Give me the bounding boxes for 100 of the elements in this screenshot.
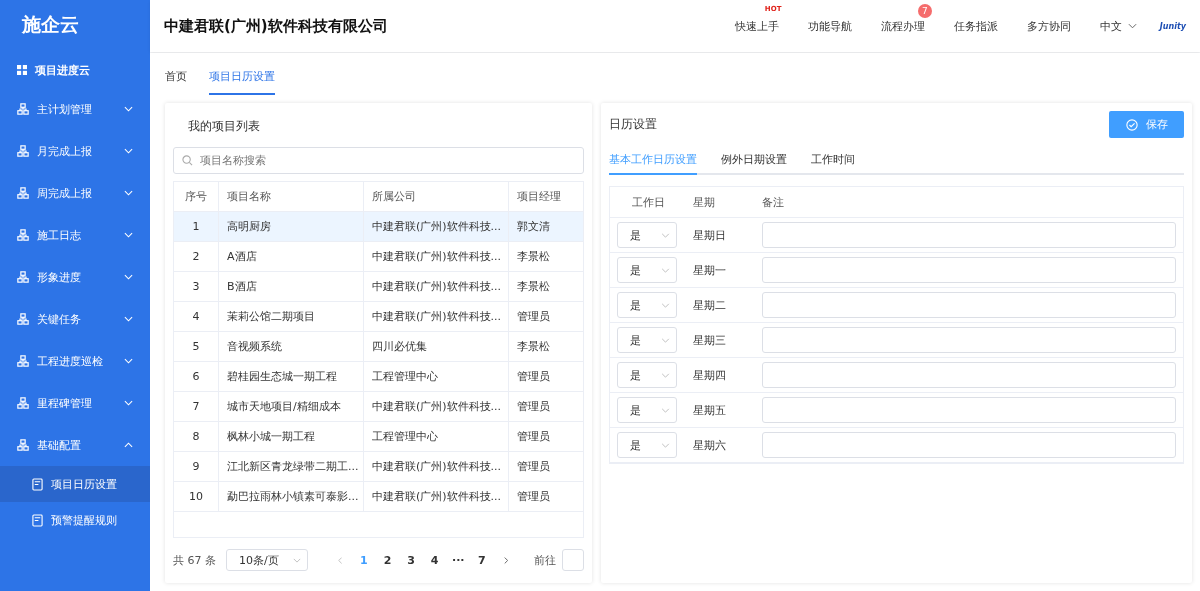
remark-field[interactable] bbox=[762, 432, 1176, 458]
sidebar-subitem[interactable]: 预警提醒规则 bbox=[0, 502, 150, 538]
page-number[interactable]: ··· bbox=[446, 553, 471, 567]
nav-link[interactable]: 快速上手 bbox=[734, 18, 779, 34]
grid-icon bbox=[17, 65, 27, 75]
workday-select[interactable]: 是 bbox=[617, 397, 677, 423]
workday-select[interactable]: 是 bbox=[617, 222, 677, 248]
sidebar-item[interactable]: 里程碑管理 bbox=[0, 382, 150, 424]
settings-tab[interactable]: 例外日期设置 bbox=[721, 147, 787, 173]
column-header: 星期 bbox=[692, 194, 716, 210]
next-page-icon[interactable] bbox=[503, 555, 508, 565]
table-cell-text: 星期四 bbox=[692, 367, 727, 383]
workday-select[interactable]: 是 bbox=[617, 292, 677, 318]
table-cell: 音视频系统 bbox=[219, 332, 364, 361]
sidebar-label: 周完成上报 bbox=[37, 185, 93, 201]
table-cell: 6 bbox=[174, 362, 219, 391]
previous-page-icon[interactable] bbox=[337, 555, 343, 565]
column-header: 备注 bbox=[762, 194, 785, 210]
document-icon bbox=[32, 477, 43, 491]
table-cell-text: 管理员 bbox=[516, 369, 551, 385]
workday-select[interactable]: 是 bbox=[617, 257, 677, 283]
table-cell: 3 bbox=[174, 272, 219, 301]
table-cell-text: 星期一 bbox=[692, 262, 727, 278]
remark-field[interactable] bbox=[762, 362, 1176, 388]
logo: 施企云 bbox=[21, 12, 80, 37]
page-size-select[interactable]: 10条/页 bbox=[226, 549, 308, 572]
sidebar-item[interactable]: 关键任务 bbox=[0, 298, 150, 340]
document-icon bbox=[32, 513, 43, 527]
hierarchy-icon bbox=[17, 397, 29, 409]
chevron-icon bbox=[1127, 23, 1137, 29]
nav-link[interactable]: 流程办理 bbox=[880, 18, 925, 34]
sidebar-label: 形象进度 bbox=[37, 269, 82, 285]
search-field[interactable]: 项目名称搜索 bbox=[173, 147, 584, 174]
sidebar-item[interactable]: 工程进度巡检 bbox=[0, 340, 150, 382]
hierarchy-icon bbox=[17, 187, 29, 199]
table-cell: 高明厨房 bbox=[219, 212, 364, 241]
remark-field[interactable] bbox=[762, 222, 1176, 248]
page-input[interactable] bbox=[562, 549, 584, 572]
chevron-icon bbox=[124, 316, 133, 322]
sidebar-item[interactable]: 施工日志 bbox=[0, 214, 150, 256]
remark-field[interactable] bbox=[762, 292, 1176, 318]
table-cell: 枫林小城一期工程 bbox=[219, 422, 364, 451]
workday-select[interactable]: 是 bbox=[617, 327, 677, 353]
remark-field[interactable] bbox=[762, 397, 1176, 423]
table-cell-text: 李景松 bbox=[516, 249, 551, 265]
table-cell-text: 星期二 bbox=[692, 297, 727, 313]
hierarchy-icon bbox=[17, 313, 29, 325]
table-row[interactable]: 10 勐巴拉雨林小镇素可泰影... 中建君联(广州)软件科技... 管理员 bbox=[174, 482, 583, 512]
table-row[interactable]: 6 碧桂园生态城一期工程 工程管理中心 管理员 bbox=[174, 362, 583, 392]
chevron-icon bbox=[661, 267, 670, 273]
workday-select[interactable]: 是 bbox=[617, 432, 677, 458]
sidebar-item[interactable]: 项目进度云 bbox=[0, 52, 150, 88]
table-cell: 碧桂园生态城一期工程 bbox=[219, 362, 364, 391]
nav-link[interactable]: 功能导航 bbox=[807, 18, 852, 34]
table-cell: 中建君联(广州)软件科技... bbox=[364, 482, 509, 511]
page-number[interactable]: 7 bbox=[470, 553, 494, 567]
nav-link[interactable]: 任务指派 bbox=[953, 18, 998, 34]
remark-field[interactable] bbox=[762, 257, 1176, 283]
table-row[interactable]: 8 枫林小城一期工程 工程管理中心 管理员 bbox=[174, 422, 583, 452]
search-icon bbox=[182, 155, 193, 166]
page-tab[interactable]: 首页 bbox=[165, 53, 187, 95]
sidebar-label: 主计划管理 bbox=[37, 101, 93, 117]
table-cell-text: 管理员 bbox=[516, 429, 551, 445]
sidebar-item[interactable]: 基础配置 bbox=[0, 424, 150, 466]
hierarchy-icon bbox=[17, 145, 29, 157]
sidebar-item[interactable]: 形象进度 bbox=[0, 256, 150, 298]
sidebar-subitem[interactable]: 项目日历设置 bbox=[0, 466, 150, 502]
sidebar-label: 预警提醒规则 bbox=[51, 512, 117, 528]
sidebar-item[interactable]: 周完成上报 bbox=[0, 172, 150, 214]
table-cell: 勐巴拉雨林小镇素可泰影... bbox=[219, 482, 364, 511]
remark-field[interactable] bbox=[762, 327, 1176, 353]
sidebar-item[interactable]: 主计划管理 bbox=[0, 88, 150, 130]
table-row[interactable]: 7 城市天地项目/精细成本 中建君联(广州)软件科技... 管理员 bbox=[174, 392, 583, 422]
sidebar-label: 施工日志 bbox=[37, 227, 82, 243]
settings-tab[interactable]: 工作时间 bbox=[811, 147, 855, 173]
company-name: 中建君联(广州)软件科技有限公司 bbox=[164, 16, 389, 36]
table-cell-text: 星期三 bbox=[692, 332, 727, 348]
sidebar-label: 关键任务 bbox=[37, 311, 82, 327]
language-selector[interactable]: 中文 bbox=[1099, 18, 1137, 34]
chevron-icon bbox=[124, 442, 133, 448]
chevron-icon bbox=[124, 400, 133, 406]
workday-select[interactable]: 是 bbox=[617, 362, 677, 388]
table-row[interactable]: 2 A酒店 中建君联(广州)软件科技... 李景松 bbox=[174, 242, 583, 272]
page-number[interactable]: 3 bbox=[399, 553, 423, 567]
sidebar-item[interactable]: 月完成上报 bbox=[0, 130, 150, 172]
table-cell: 工程管理中心 bbox=[364, 422, 509, 451]
table-row[interactable]: 3 B酒店 中建君联(广州)软件科技... 李景松 bbox=[174, 272, 583, 302]
column-header: 项目名称 bbox=[219, 182, 364, 211]
sidebar-label: 里程碑管理 bbox=[37, 395, 93, 411]
table-cell-text: 郭文清 bbox=[516, 219, 551, 235]
panel-title: 我的项目列表 bbox=[187, 118, 261, 135]
table-row[interactable]: 4 茉莉公馆二期项目 中建君联(广州)软件科技... 管理员 bbox=[174, 302, 583, 332]
table-row[interactable]: 9 江北新区青龙绿带二期工... 中建君联(广州)软件科技... 管理员 bbox=[174, 452, 583, 482]
page-number[interactable]: 2 bbox=[375, 553, 400, 567]
table-row[interactable]: 1 高明厨房 中建君联(广州)软件科技... 郭文清 bbox=[174, 212, 583, 242]
hierarchy-icon bbox=[17, 439, 29, 451]
table-row[interactable]: 5 音视频系统 四川必优集 李景松 bbox=[174, 332, 583, 362]
page-number[interactable]: 4 bbox=[422, 553, 447, 567]
nav-link[interactable]: 多方协同 bbox=[1026, 18, 1071, 34]
hierarchy-icon bbox=[17, 271, 29, 283]
